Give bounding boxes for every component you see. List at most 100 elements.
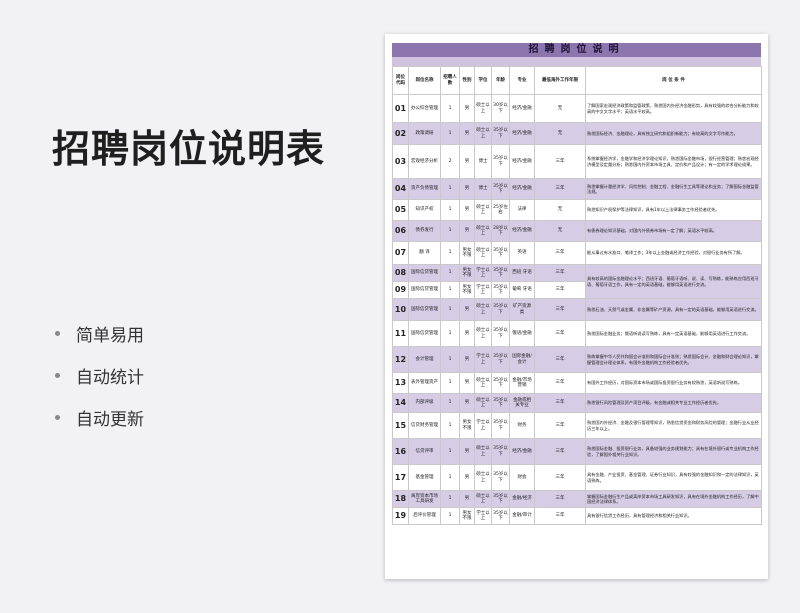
position-code-cell: 02	[392, 122, 409, 145]
column-header: 年龄	[491, 66, 510, 95]
table-cell: 金融/市场营销	[509, 372, 535, 394]
table-cell: 硕士以上	[474, 320, 492, 347]
spreadsheet-preview: 招聘岗位说明 岗位代码 岗位名称 招聘人数 性别 学位 年龄 专业 最低海外工作…	[385, 34, 768, 579]
table-cell: 35岁以下	[491, 122, 510, 145]
table-cell: 三年	[534, 144, 586, 179]
table-cell: 英语	[509, 241, 535, 265]
table-cell: 硕士以上	[474, 220, 492, 242]
table-cell: 无	[534, 199, 586, 221]
table-cell: 1	[440, 412, 460, 439]
table-cell: 无	[534, 122, 586, 145]
position-code-cell: 01	[392, 94, 409, 123]
table-row: 01 办公综合管理 1 男硕士以上 30岁以下 经济/金融无了解国家宏观经济政策和监管政策…	[392, 94, 762, 123]
table-cell: 30岁以下	[491, 94, 510, 123]
table-row: 07 翻 译 1 男女不限 硕士以上 35岁以下 英语 三年 能从事过有水准口、笔译工作；3年以…	[392, 241, 762, 265]
table-cell: 35岁以下	[491, 412, 510, 439]
table-cell: 硕士以上	[474, 464, 492, 491]
table-cell: 表外管理资产	[408, 372, 441, 394]
position-code-cell: 14	[392, 393, 409, 413]
table-cell: 会计管理	[408, 346, 441, 373]
table-cell: 国际信贷管理	[408, 298, 441, 321]
table-cell: 1	[440, 372, 460, 394]
table-row: 05 知识产权 1 男硕士以上 25岁左右 法律无熟悉知识产权保护等法律知识，具有1年以上…	[392, 199, 762, 221]
table-cell: 国际信贷管理	[408, 281, 441, 299]
table-cell: 内部评级	[408, 393, 441, 413]
title-band	[392, 57, 761, 66]
table-cell: 基金管理	[408, 464, 441, 491]
bullet-icon	[55, 330, 60, 336]
table-cell: 35岁以下	[491, 346, 510, 373]
table-cell: 35岁以下	[491, 464, 510, 491]
table-cell: 男女不限	[459, 412, 475, 439]
table-cell: 男女不限	[459, 264, 475, 282]
table-cell: 男	[459, 144, 475, 179]
requirement-cell: 熟悉国际金融业务；俄语听说读写熟练，具有一定英语基础，能够用英语进行工作交流。	[585, 320, 762, 347]
table-row: 08 国际信贷管理 1 男女不限 学士以上 35岁以下 西班 牙语 三年 具有较高的国际金融理论…	[392, 264, 762, 299]
table-cell: 经济/金融	[509, 220, 535, 242]
feature-label: 自动统计	[76, 367, 144, 388]
requirement-cell: 熟悉知识产权保护等法律知识，具有1年以上法律事务工作经验者优先。	[585, 199, 762, 221]
feature-item: 自动统计	[55, 354, 144, 396]
page-title: 招聘岗位说明表	[52, 127, 326, 171]
table-cell: 三年	[534, 264, 586, 282]
feature-item: 简单易用	[55, 312, 144, 354]
requirement-cell: 掌握国际金融衍生产品或离岸资本市场工具研发知识，具有在境外金融机构工作经历，了解…	[585, 490, 762, 508]
position-code-cell: 07	[392, 241, 409, 265]
table-cell: 三年	[534, 464, 586, 491]
requirement-cell: 具有金融、产业投资、基金管理、证券行业知识，具有较强的金融知识和一定的法律知识，…	[585, 464, 762, 491]
table-cell: 35岁以下	[491, 490, 510, 508]
position-code-cell: 10	[392, 298, 409, 321]
table-cell: 1	[440, 281, 460, 299]
position-code-cell: 11	[392, 320, 409, 347]
table-cell: 1	[440, 122, 460, 145]
table-cell: 男	[459, 320, 475, 347]
table-cell: 35岁以下	[491, 438, 510, 465]
table-cell: 1	[440, 94, 460, 123]
table-cell: 翻 译	[408, 241, 441, 265]
table-cell: 25岁左右	[491, 199, 510, 221]
requirement-cell: 了解国家宏观经济政策和监管政策，熟悉国内外经济金融形势，具有较强的综合分析能力和…	[585, 94, 762, 123]
table-cell: 硕士以上	[474, 372, 492, 394]
feature-list: 简单易用 自动统计 自动更新	[55, 312, 144, 438]
table-cell: 35岁以下	[491, 241, 510, 265]
table-cell: 信贷评审	[408, 438, 441, 465]
position-code-cell: 13	[392, 372, 409, 394]
table-cell: 35岁以下	[491, 144, 510, 179]
table-cell: 三年	[534, 281, 586, 299]
table-cell: 1	[440, 320, 460, 347]
table-cell: 金融/经济	[509, 490, 535, 508]
table-row: 02 政策调研 1 男硕士以上 35岁以下 经济/金融无熟悉国际经济、金融理论，具有独立研…	[392, 122, 762, 145]
table-cell: 无	[534, 220, 586, 242]
requirement-cell: 具有银行信贷工作经历，具有管理经济和相关行业知识。	[585, 507, 762, 525]
table-cell: 国际信贷管理	[408, 264, 441, 282]
table-cell: 硕士以上	[474, 199, 492, 221]
table-cell: 俄语/金融	[509, 320, 535, 347]
requirement-cell: 有国外工作经历，对国际资本市场或国际投资银行业务有较熟悉，英语听说写熟练。	[585, 372, 762, 394]
requirement-cell: 熟悉银行风险管理及资产项目评级，有金融或相关专业工作经历者优先。	[585, 393, 762, 413]
column-header: 岗位代码	[392, 66, 409, 95]
table-row: 10 国际信贷管理 1 男硕士以上 35岁以下 矿产资源类 三年 熟悉石油、天然气或金属、非金…	[392, 298, 762, 321]
table-header-row: 岗位代码 岗位名称 招聘人数 性别 学位 年龄 专业 最低海外工作年限 岗 位 …	[392, 66, 762, 95]
table-cell: 男	[459, 438, 475, 465]
table-cell: 无	[534, 94, 586, 123]
table-cell: 35岁以下	[491, 281, 510, 299]
table-cell: 三年	[534, 346, 586, 373]
column-header: 专业	[509, 66, 535, 95]
column-header: 性别	[459, 66, 475, 95]
table-cell: 政策调研	[408, 122, 441, 145]
position-code-cell: 17	[392, 464, 409, 491]
table-cell: 经济/金融	[509, 122, 535, 145]
table-cell: 学士以上	[474, 412, 492, 439]
table-row: 16 信贷评审 1 男硕士以上 35岁以下 经济/金融 三年 熟悉国际金融、投资银行业务，具备…	[392, 438, 762, 465]
table-cell: 三年	[534, 438, 586, 465]
table-cell: 硕士以上	[474, 241, 492, 265]
table-cell: 1	[440, 393, 460, 413]
column-header: 岗 位 条 件	[585, 66, 762, 95]
table-row: 18 离岸资本市场工具研发 1 男硕士以上 35岁以下 金融/经济 三年 掌握国际金融衍生产品…	[392, 490, 762, 508]
table-cell: 国际信贷管理	[408, 320, 441, 347]
table-cell: 1	[440, 178, 460, 200]
table-cell: 男	[459, 122, 475, 145]
table-cell: 男女不限	[459, 281, 475, 299]
requirement-cell: 熟悉掌握计量经济学、风险控制、金融工程、金融衍生工具等理论和业务；了解国际金融监…	[585, 178, 762, 200]
position-code-cell: 16	[392, 438, 409, 465]
